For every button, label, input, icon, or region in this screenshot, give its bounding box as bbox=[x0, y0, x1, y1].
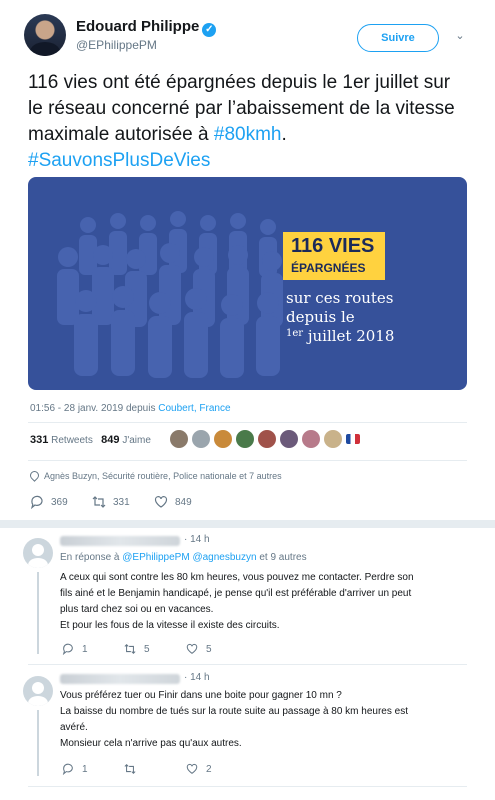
like-count: 5 bbox=[206, 643, 212, 655]
tweet-text-dot: . bbox=[281, 124, 287, 145]
image-caption-line2: depuis le bbox=[286, 308, 355, 326]
reply-text: A ceux qui sont contre les 80 km heures,… bbox=[60, 570, 460, 634]
in-reply-to: En réponse à @EPhilippePM @agnesbuzyn et… bbox=[60, 552, 307, 563]
image-badge-subtitle: ÉPARGNÉES bbox=[291, 261, 366, 275]
liker-avatar[interactable] bbox=[280, 430, 298, 448]
reply-action[interactable]: 1 bbox=[62, 642, 88, 656]
reply-icon bbox=[30, 495, 43, 509]
in-reply-suffix[interactable]: et 9 autres bbox=[259, 552, 306, 563]
likes-label[interactable]: J'aime bbox=[122, 435, 151, 446]
liker-avatar[interactable] bbox=[324, 430, 342, 448]
retweet-action[interactable]: 5 bbox=[124, 642, 150, 656]
retweet-icon bbox=[92, 496, 106, 508]
image-badge-title: 116 VIES bbox=[291, 235, 375, 257]
retweet-count: 331 bbox=[113, 496, 130, 508]
reply-count: 369 bbox=[51, 496, 68, 508]
liker-avatar[interactable] bbox=[192, 430, 210, 448]
reply-count: 1 bbox=[82, 643, 88, 655]
reply-action[interactable]: 1 bbox=[62, 762, 88, 776]
liker-avatar[interactable] bbox=[258, 430, 276, 448]
reply-author-name-blurred[interactable] bbox=[60, 536, 180, 546]
author-handle[interactable]: @EPhilippePM bbox=[76, 38, 157, 52]
reply-time[interactable]: · 14 h bbox=[184, 534, 210, 545]
heart-icon bbox=[154, 496, 168, 508]
verified-icon: ✓ bbox=[202, 23, 217, 37]
reply-action[interactable]: 369 bbox=[30, 494, 68, 510]
author-name[interactable]: Edouard Philippe bbox=[76, 18, 199, 35]
like-action[interactable]: 2 bbox=[186, 762, 212, 776]
author-avatar[interactable] bbox=[24, 14, 66, 56]
reply-time[interactable]: · 14 h bbox=[184, 672, 210, 683]
reply-text-line: La baisse du nombre de tués sur la route… bbox=[60, 706, 408, 717]
image-caption-sup: 1er bbox=[286, 328, 304, 339]
tag-icon bbox=[28, 469, 41, 482]
tweet-text: 116 vies ont été épargnées depuis le 1er… bbox=[28, 70, 468, 174]
reply-icon bbox=[62, 643, 73, 655]
liker-avatar[interactable] bbox=[170, 430, 188, 448]
reply-text-line: plus tard chez soi ou en vacances. bbox=[60, 604, 214, 615]
reply-text-line: A ceux qui sont contre les 80 km heures,… bbox=[60, 572, 414, 583]
reply-author-name-blurred[interactable] bbox=[60, 674, 180, 684]
reply-icon bbox=[62, 763, 73, 775]
divider bbox=[28, 664, 467, 665]
divider bbox=[28, 786, 467, 787]
hashtag-80kmh[interactable]: #80kmh bbox=[214, 124, 282, 145]
like-action[interactable]: 849 bbox=[154, 494, 192, 510]
retweet-action[interactable]: 331 bbox=[92, 494, 130, 510]
tweet-image[interactable]: 116 VIES ÉPARGNÉES sur ces routes depuis… bbox=[28, 177, 467, 390]
crowd-silhouettes-illustration bbox=[57, 211, 283, 378]
reply-count: 1 bbox=[82, 763, 88, 775]
reply-text: Vous préférez tuer ou Finir dans une boi… bbox=[60, 688, 460, 752]
likes-count[interactable]: 849 bbox=[101, 434, 119, 446]
tweet-timestamp-row: 01:56 - 28 janv. 2019 depuis Coubert, Fr… bbox=[30, 403, 231, 414]
retweets-label[interactable]: Retweets bbox=[51, 435, 93, 446]
thread-line bbox=[37, 572, 39, 654]
liker-avatar[interactable] bbox=[302, 430, 320, 448]
retweet-icon bbox=[124, 763, 136, 775]
image-badge: 116 VIES ÉPARGNÉES bbox=[283, 232, 385, 280]
retweet-count: 5 bbox=[144, 643, 150, 655]
image-caption-date: juillet 2018 bbox=[303, 327, 395, 345]
liker-avatar[interactable] bbox=[214, 430, 232, 448]
reply-text-line: fils ainé et le Benjamin handicapé, je p… bbox=[60, 588, 412, 599]
like-count: 849 bbox=[175, 496, 192, 508]
follow-button[interactable]: Suivre bbox=[357, 24, 439, 52]
reply-avatar[interactable] bbox=[23, 538, 53, 568]
tweet-location[interactable]: Coubert, France bbox=[158, 403, 230, 414]
divider bbox=[28, 460, 467, 461]
like-action[interactable]: 5 bbox=[186, 642, 212, 656]
reply-text-line: avéré. bbox=[60, 722, 88, 733]
reply-text-line: Et pour les fous de la vitesse il existe… bbox=[60, 620, 280, 631]
tagged-people[interactable]: Agnès Buzyn, Sécurité routière, Police n… bbox=[28, 469, 282, 482]
hashtag-sauvonsplusdevies[interactable]: #SauvonsPlusDeVies bbox=[28, 150, 210, 171]
thread-line bbox=[37, 710, 39, 776]
heart-icon bbox=[186, 763, 198, 774]
image-caption-line3: 1er juillet 2018 bbox=[286, 327, 394, 345]
in-reply-mentions[interactable]: @EPhilippePM @agnesbuzyn bbox=[122, 552, 256, 563]
heart-icon bbox=[186, 643, 198, 654]
chevron-down-icon[interactable]: ⌄ bbox=[452, 28, 468, 44]
author-name-row[interactable]: Edouard Philippe ✓ bbox=[76, 18, 217, 37]
divider bbox=[28, 422, 467, 423]
image-caption-line1: sur ces routes bbox=[286, 289, 394, 307]
in-reply-prefix: En réponse à bbox=[60, 552, 120, 563]
liker-avatar[interactable] bbox=[236, 430, 254, 448]
reply-text-line: Monsieur cela n'arrive pas qu'aux autres… bbox=[60, 738, 242, 749]
liker-avatar[interactable] bbox=[346, 434, 360, 444]
tagged-people-text[interactable]: Agnès Buzyn, Sécurité routière, Police n… bbox=[44, 471, 282, 481]
retweets-count[interactable]: 331 bbox=[30, 434, 48, 446]
like-count: 2 bbox=[206, 763, 212, 775]
reply-avatar[interactable] bbox=[23, 676, 53, 706]
section-separator bbox=[0, 520, 495, 528]
reply-text-line: Vous préférez tuer ou Finir dans une boi… bbox=[60, 690, 342, 701]
retweet-icon bbox=[124, 643, 136, 655]
retweet-action[interactable] bbox=[124, 762, 144, 776]
tweet-timestamp[interactable]: 01:56 - 28 janv. 2019 depuis bbox=[30, 403, 155, 414]
tweet-stats: 331 Retweets 849 J'aime bbox=[30, 434, 151, 446]
